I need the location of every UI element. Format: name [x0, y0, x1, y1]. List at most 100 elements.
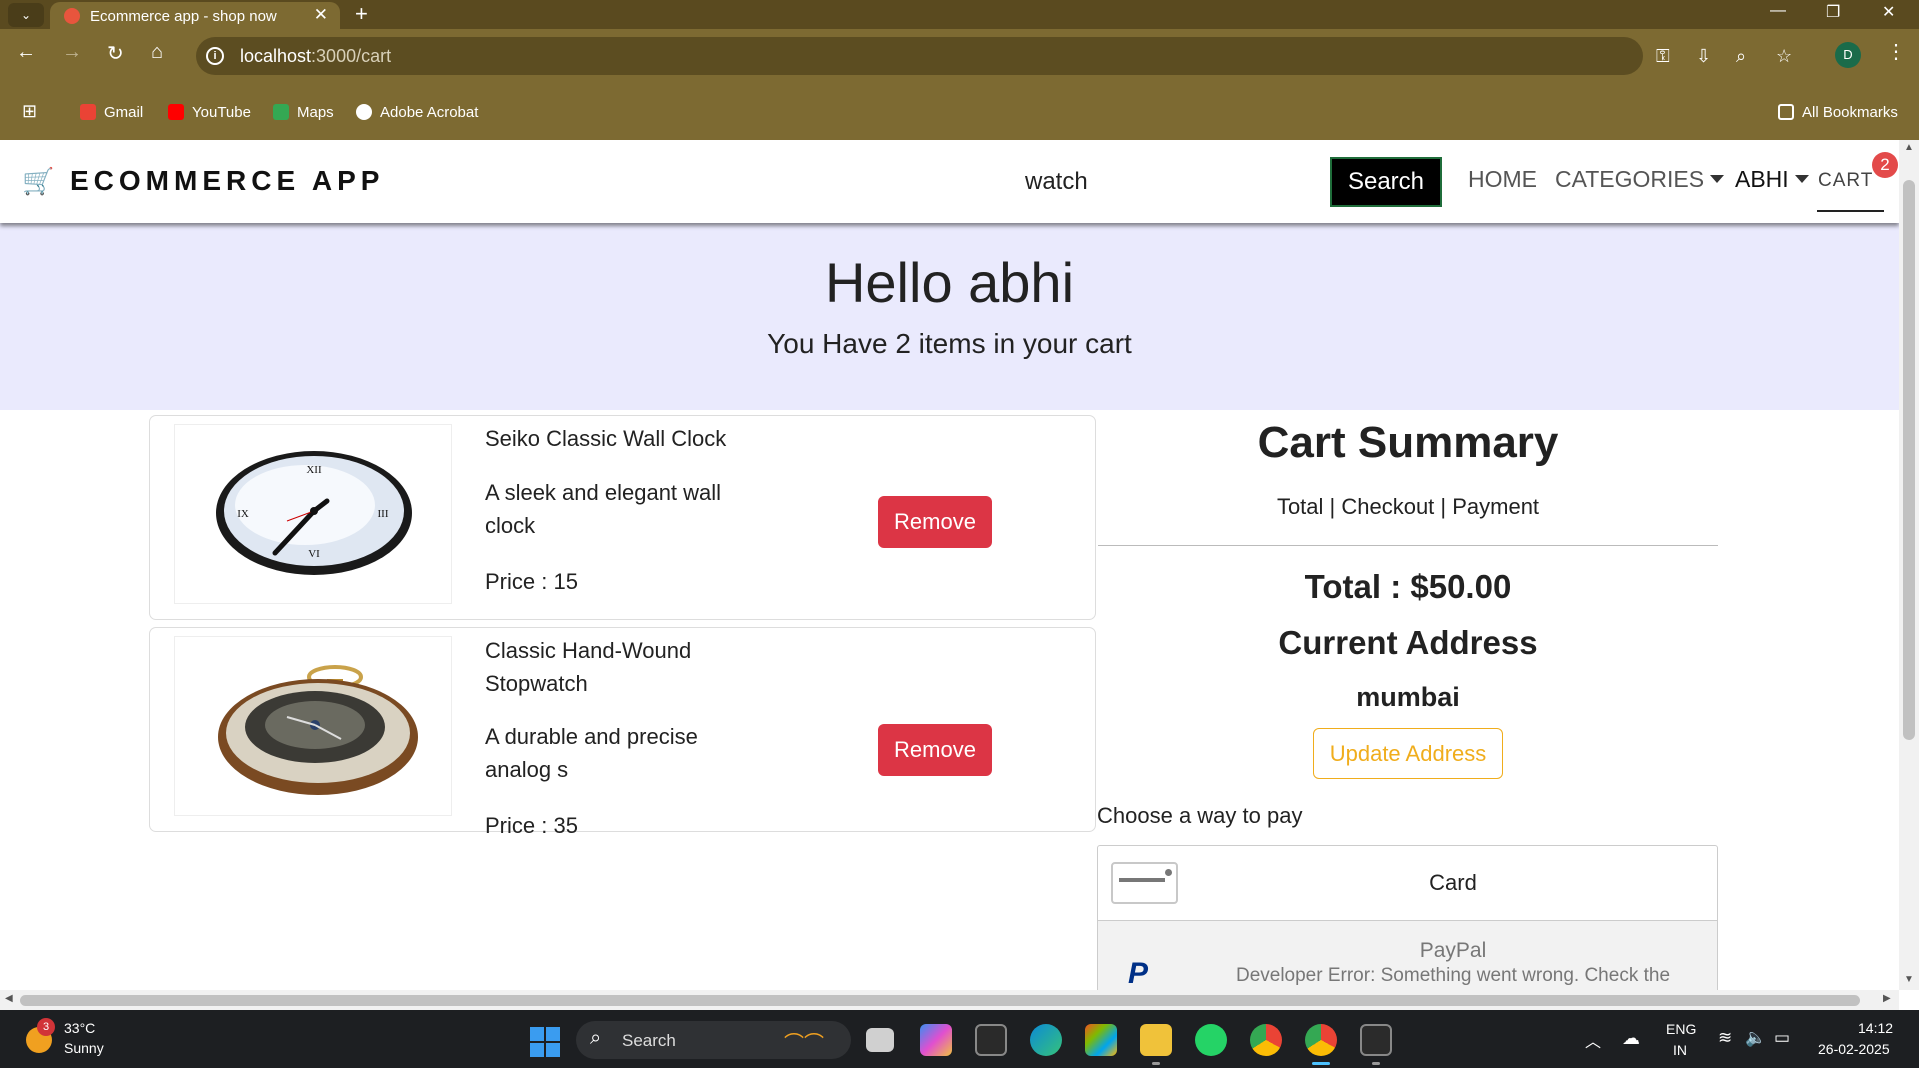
- minimize-icon[interactable]: —: [1770, 2, 1786, 20]
- pay-with-card-option[interactable]: Card: [1098, 846, 1717, 921]
- screen: ⌄ Ecommerce app - shop now ✕ + — ❐ ✕ ← →…: [0, 0, 1919, 1068]
- search-button[interactable]: Search: [1330, 157, 1442, 207]
- item-name: Seiko Classic Wall Clock: [485, 426, 727, 451]
- horizontal-scroll-thumb[interactable]: [20, 995, 1860, 1006]
- battery-icon[interactable]: ▭: [1774, 1028, 1790, 1048]
- profile-avatar[interactable]: D: [1835, 42, 1861, 68]
- search-icon: ⌕: [590, 1027, 602, 1049]
- wifi-icon[interactable]: ≋: [1718, 1028, 1732, 1048]
- scroll-left-arrow-icon[interactable]: ◀: [5, 993, 13, 1004]
- gmail-icon: [80, 104, 96, 120]
- remove-item-button[interactable]: Remove: [878, 496, 992, 548]
- url-text: localhost:3000/cart: [240, 46, 392, 66]
- wall-clock-image: XII VI III IX: [174, 424, 452, 604]
- file-explorer-icon[interactable]: [1140, 1024, 1172, 1056]
- password-key-icon[interactable]: ⚿: [1656, 46, 1670, 67]
- site-info-icon[interactable]: i: [206, 47, 224, 65]
- brand-logo[interactable]: ECOMMERCE APP: [70, 165, 384, 197]
- all-bookmarks[interactable]: All Bookmarks: [1778, 104, 1898, 121]
- back-icon[interactable]: ←: [16, 41, 36, 64]
- nav-cart[interactable]: CART: [1818, 170, 1873, 192]
- onedrive-cloud-icon[interactable]: ☁: [1622, 1028, 1640, 1049]
- show-hidden-icons-icon[interactable]: ︿: [1585, 1028, 1601, 1052]
- task-view-icon[interactable]: [866, 1028, 894, 1052]
- active-nav-indicator: [1817, 210, 1884, 212]
- windows-taskbar: 3 33°C Sunny ⌕ Search ⌒⌒ ︿ ☁ ENG IN ≋ 🔈 …: [0, 1010, 1919, 1068]
- chevron-down-icon: [1794, 175, 1809, 183]
- svg-text:IX: IX: [237, 508, 249, 520]
- greeting-title: Hello abhi: [824, 251, 1075, 314]
- active-app-indicator: [1312, 1062, 1330, 1065]
- item-description: A sleek and elegant wall clock: [485, 480, 722, 538]
- volume-icon[interactable]: 🔈: [1745, 1028, 1766, 1048]
- nav-categories[interactable]: CATEGORIES: [1555, 166, 1725, 193]
- globe-icon: [356, 104, 372, 120]
- vertical-scroll-thumb[interactable]: [1903, 180, 1915, 740]
- weather-badge: 3: [37, 1018, 55, 1036]
- search-input[interactable]: [1010, 157, 1320, 207]
- tab-close-icon[interactable]: ✕: [314, 5, 328, 25]
- whatsapp-icon[interactable]: [1195, 1024, 1227, 1056]
- scroll-up-arrow-icon[interactable]: ▲: [1904, 142, 1914, 153]
- youtube-icon: [168, 104, 184, 120]
- windows-start-icon[interactable]: [530, 1027, 560, 1057]
- vertical-scrollbar[interactable]: ▲ ▼: [1899, 140, 1919, 990]
- nav-user-menu[interactable]: ABHI: [1735, 166, 1809, 193]
- chrome-active-icon[interactable]: [1305, 1024, 1337, 1056]
- new-tab-icon[interactable]: +: [355, 1, 368, 27]
- chrome-icon[interactable]: [1250, 1024, 1282, 1056]
- weather-temperature[interactable]: 33°C: [64, 1020, 95, 1036]
- cart-item-card: XII VI III IX Seiko Classic Wall Clock A…: [149, 415, 1096, 620]
- bookmark-star-icon[interactable]: ☆: [1776, 46, 1792, 67]
- taskbar-search[interactable]: ⌕ Search ⌒⌒: [576, 1021, 851, 1059]
- install-app-icon[interactable]: ⇩: [1696, 46, 1711, 67]
- copilot-icon[interactable]: [920, 1024, 952, 1056]
- apps-grid-icon[interactable]: ⊞: [22, 101, 37, 122]
- credit-card-icon: [1111, 862, 1178, 904]
- horizontal-scrollbar[interactable]: ◀ ▶: [0, 990, 1899, 1010]
- page-viewport: 🛒 ECOMMERCE APP Search HOME CATEGORIES A…: [0, 140, 1899, 990]
- nav-home[interactable]: HOME: [1468, 166, 1537, 193]
- restore-icon[interactable]: ❐: [1826, 2, 1840, 22]
- browser-tab[interactable]: Ecommerce app - shop now ✕: [50, 2, 340, 31]
- bookmark-youtube[interactable]: YouTube: [168, 104, 251, 121]
- card-label: Card: [1429, 870, 1477, 895]
- command-prompt-icon[interactable]: [1360, 1024, 1392, 1056]
- zoom-icon[interactable]: ⌕: [1736, 46, 1746, 67]
- terminal-app-icon[interactable]: [975, 1024, 1007, 1056]
- scroll-down-arrow-icon[interactable]: ▼: [1904, 974, 1914, 985]
- clock-date[interactable]: 26-02-2025: [1818, 1041, 1890, 1057]
- home-icon[interactable]: ⌂: [151, 41, 163, 64]
- bookmarks-bar: ⊞ Gmail YouTube Maps Adobe Acrobat All B…: [0, 83, 1919, 140]
- language-indicator[interactable]: ENG: [1666, 1021, 1696, 1037]
- window-close-icon[interactable]: ✕: [1882, 2, 1895, 22]
- cart-summary-title: Cart Summary: [1257, 418, 1559, 467]
- weather-condition[interactable]: Sunny: [64, 1040, 104, 1056]
- bookmark-adobe-acrobat[interactable]: Adobe Acrobat: [356, 104, 478, 121]
- bookmark-gmail[interactable]: Gmail: [80, 104, 143, 121]
- update-address-button[interactable]: Update Address: [1313, 728, 1503, 779]
- reload-icon[interactable]: ↻: [107, 41, 124, 66]
- address-bar[interactable]: i localhost:3000/cart ⚿ ⇩ ⌕ ☆: [196, 37, 1792, 75]
- scroll-right-arrow-icon[interactable]: ▶: [1883, 993, 1891, 1004]
- region-indicator[interactable]: IN: [1673, 1042, 1687, 1058]
- cart-item-count-text: You Have 2 items in your cart: [767, 328, 1132, 359]
- edge-browser-icon[interactable]: [1030, 1024, 1062, 1056]
- microsoft-store-icon[interactable]: [1085, 1024, 1117, 1056]
- cart-total: Total : $50.00: [1304, 568, 1512, 605]
- tab-title: Ecommerce app - shop now: [90, 8, 277, 25]
- forward-icon[interactable]: →: [62, 41, 82, 64]
- payment-options: Card P PayPal Developer Error: Something…: [1097, 845, 1718, 990]
- pay-with-paypal-option[interactable]: P PayPal Developer Error: Something went…: [1098, 921, 1717, 990]
- current-address-heading: Current Address: [1278, 624, 1538, 661]
- site-navbar: 🛒 ECOMMERCE APP Search HOME CATEGORIES A…: [0, 140, 1899, 223]
- tab-search-icon[interactable]: ⌄: [8, 3, 44, 27]
- bookmark-maps[interactable]: Maps: [273, 104, 334, 121]
- item-price: Price : 35: [485, 813, 578, 838]
- payment-method-label: Choose a way to pay: [1097, 803, 1303, 828]
- remove-item-button[interactable]: Remove: [878, 724, 992, 776]
- paypal-icon: P: [1128, 957, 1149, 990]
- clock-time[interactable]: 14:12: [1858, 1020, 1893, 1036]
- folder-icon: [1778, 104, 1794, 120]
- browser-menu-icon[interactable]: ⋮: [1886, 39, 1906, 64]
